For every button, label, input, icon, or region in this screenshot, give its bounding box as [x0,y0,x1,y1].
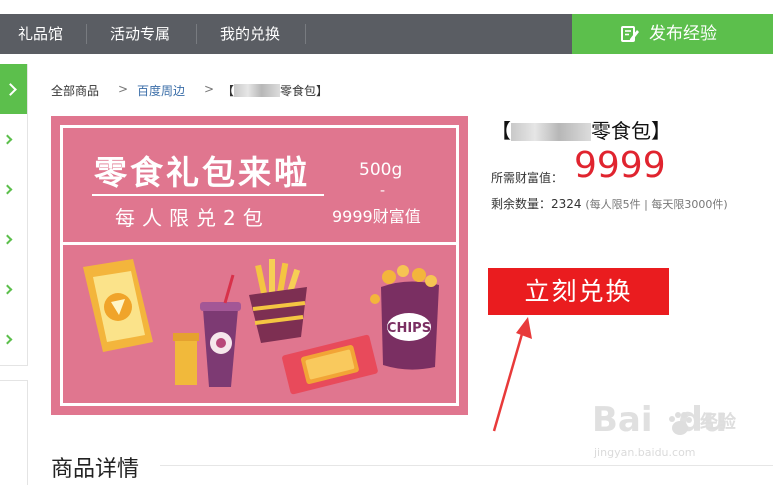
banner-cost: 9999财富值 [332,207,421,226]
price-value: 9999 [574,145,666,186]
publish-label: 发布经验 [649,24,717,44]
price-label: 所需财富值： [491,171,564,185]
nav-divider [305,24,306,44]
chevron-right-icon[interactable] [2,334,13,345]
banner-underline [92,194,324,196]
banner-weight: 500g [359,160,403,180]
image-divider [60,242,459,245]
breadcrumb-all[interactable]: 全部商品 [51,82,99,99]
stock-value: 2324 [551,197,582,211]
chips-label: CHIPS [387,321,431,336]
stock-label: 剩余数量： [491,197,552,211]
breadcrumb-separator: > [118,82,129,96]
product-detail-heading: 商品详情 [51,457,140,482]
nav-item-gift-hall[interactable]: 礼品馆 [18,14,63,54]
nav-item-my-exchange[interactable]: 我的兑换 [220,14,280,54]
chevron-right-icon[interactable] [2,234,13,245]
product-title: 【 零食包】 [491,115,671,144]
chevron-right-icon[interactable] [2,134,13,145]
nav-divider [196,24,197,44]
watermark-text: 经验 [700,412,736,433]
breadcrumb-separator: > [204,82,215,96]
paw-icon [669,412,692,435]
redeem-now-button[interactable]: 立刻兑换 [488,268,669,315]
banner-headline: 零食礼包来啦 [94,153,310,192]
drink-cup-icon [173,274,241,387]
banner-subline: 每人限兑2包 [115,206,270,230]
snack-bag-icon [83,259,153,352]
blurred-text [234,84,281,97]
nav-divider [86,24,87,44]
side-panel [0,380,28,485]
fries-icon [249,259,307,343]
chips-bag-icon [370,265,439,370]
snacks-illustration: CHIPS [83,259,439,395]
stock-info: 剩余数量：2324 (每人限5件 | 每天限3000件) [491,195,728,212]
breadcrumb-current-suffix: 零食包】 [280,84,329,98]
watermark-logo-part: Bai [592,400,653,440]
product-image: 零食礼包来啦 每人限兑2包 500g - 9999财富值 CHIPS [51,116,468,415]
side-menu [0,64,28,366]
breadcrumb-current-prefix: 【 [222,84,235,98]
watermark-url: jingyan.baidu.com [594,446,696,459]
bread-snack-icon [282,334,378,395]
baidu-watermark: Bai du 经验 jingyan.baidu.com [592,400,762,470]
product-title-suffix: 零食包】 [591,119,671,143]
banner-dash: - [380,183,386,199]
side-menu-item-active[interactable] [0,64,27,114]
chevron-right-icon[interactable] [2,284,13,295]
breadcrumb-category[interactable]: 百度周边 [137,82,185,99]
edit-icon [621,26,639,42]
publish-experience-button[interactable]: 发布经验 [572,14,773,54]
blurred-text [511,123,591,141]
breadcrumb-current: 【 零食包】 [222,82,328,99]
product-title-prefix: 【 [491,119,511,143]
annotation-arrow-icon [492,317,532,432]
nav-item-activity[interactable]: 活动专属 [110,14,170,54]
stock-limit: (每人限5件 | 每天限3000件) [585,198,728,211]
chevron-right-icon[interactable] [2,184,13,195]
